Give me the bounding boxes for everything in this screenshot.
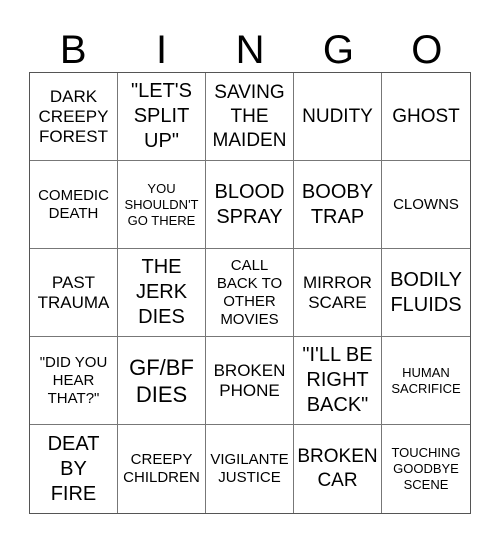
bingo-header: B I N G O (29, 28, 471, 72)
bingo-cell[interactable]: GF/BF DIES (118, 337, 206, 425)
bingo-cell[interactable]: BOOBY TRAP (294, 161, 382, 249)
bingo-cell[interactable]: BLOOD SPRAY (206, 161, 294, 249)
header-letter-i: I (156, 28, 168, 72)
bingo-cell[interactable]: YOU SHOULDN'T GO THERE (118, 161, 206, 249)
bingo-cell[interactable]: GHOST (382, 73, 470, 161)
bingo-cell[interactable]: COMEDIC DEATH (30, 161, 118, 249)
header-letter-o: O (411, 28, 443, 72)
bingo-grid: DARK CREEPY FOREST "LET'S SPLIT UP" SAVI… (29, 72, 471, 514)
bingo-cell[interactable]: DEAT BY FIRE (30, 425, 118, 513)
bingo-cell[interactable]: BROKEN CAR (294, 425, 382, 513)
bingo-cell[interactable]: TOUCHING GOODBYE SCENE (382, 425, 470, 513)
bingo-cell[interactable]: VIGILANTE JUSTICE (206, 425, 294, 513)
bingo-cell[interactable]: BROKEN PHONE (206, 337, 294, 425)
bingo-cell[interactable]: DARK CREEPY FOREST (30, 73, 118, 161)
bingo-cell[interactable]: "I'LL BE RIGHT BACK" (294, 337, 382, 425)
header-letter-g: G (322, 28, 354, 72)
bingo-cell[interactable]: "LET'S SPLIT UP" (118, 73, 206, 161)
bingo-cell[interactable]: "DID YOU HEAR THAT?" (30, 337, 118, 425)
bingo-cell[interactable]: MIRROR SCARE (294, 249, 382, 337)
bingo-cell[interactable]: NUDITY (294, 73, 382, 161)
bingo-cell[interactable]: HUMAN SACRIFICE (382, 337, 470, 425)
bingo-cell[interactable]: SAVING THE MAIDEN (206, 73, 294, 161)
bingo-cell[interactable]: THE JERK DIES (118, 249, 206, 337)
header-letter-b: B (59, 28, 87, 72)
bingo-cell[interactable]: CREEPY CHILDREN (118, 425, 206, 513)
bingo-cell[interactable]: PAST TRAUMA (30, 249, 118, 337)
bingo-cell[interactable]: BODILY FLUIDS (382, 249, 470, 337)
bingo-cell[interactable]: CLOWNS (382, 161, 470, 249)
bingo-cell[interactable]: CALL BACK TO OTHER MOVIES (206, 249, 294, 337)
header-letter-n: N (235, 28, 265, 72)
